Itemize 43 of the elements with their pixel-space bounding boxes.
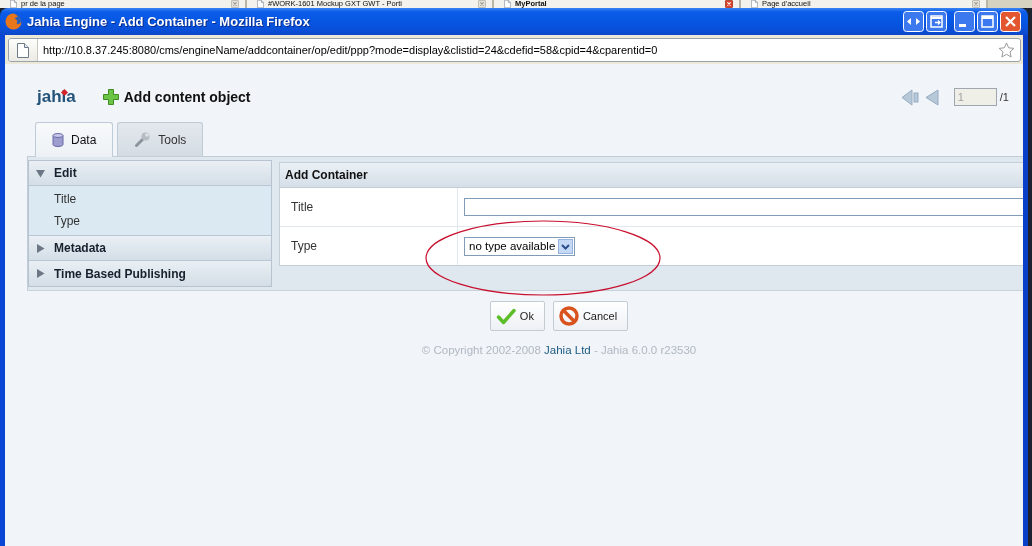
- url-field[interactable]: http://10.8.37.245:8080/cms/engineName/addcontainer/op/edit/ppp?mode=display&clistid=24&cdefid=58&cpid=4&cparentid=0: [8, 38, 1021, 62]
- close-icon[interactable]: [972, 0, 980, 8]
- field-label: Title: [280, 188, 458, 226]
- text-input[interactable]: [464, 198, 1023, 216]
- page-count: /1: [999, 91, 1009, 103]
- dropdown-select[interactable]: no type available: [464, 236, 576, 256]
- sidebar-item[interactable]: Type: [29, 210, 271, 232]
- field-label: Type: [280, 227, 458, 265]
- globe-icon: [5, 13, 22, 30]
- star-icon[interactable]: [998, 41, 1015, 59]
- page-icon: [504, 0, 511, 8]
- minimize-icon[interactable]: [954, 11, 975, 32]
- jahia-logo: jahia: [37, 87, 76, 107]
- tab[interactable]: Data: [35, 122, 114, 157]
- tab[interactable]: Tools: [117, 122, 204, 156]
- section-header[interactable]: Metadata: [29, 236, 271, 261]
- section-header[interactable]: Time Based Publishing: [29, 261, 271, 286]
- panel-header: Add Container: [280, 163, 1023, 188]
- section-header[interactable]: Edit: [29, 161, 271, 186]
- window-title: Jahia Engine - Add Container - Mozilla Firefox: [27, 14, 310, 29]
- caret-icon[interactable]: [558, 238, 574, 254]
- check-icon: [495, 307, 516, 325]
- page-icon: [10, 0, 17, 8]
- page-icon: [751, 0, 758, 8]
- cancel-button[interactable]: Cancel: [552, 301, 629, 331]
- page-icon: [257, 0, 264, 8]
- ok-button[interactable]: Ok: [489, 301, 545, 331]
- plus-icon: [102, 89, 119, 105]
- first-page-icon[interactable]: [900, 88, 920, 106]
- wrench-icon: [134, 131, 152, 148]
- previous-page-icon[interactable]: [924, 88, 939, 106]
- sidebar-item[interactable]: Title: [29, 188, 271, 210]
- page-heading: Add content object: [123, 89, 251, 105]
- close-icon[interactable]: [478, 0, 486, 8]
- company-link[interactable]: Jahia Ltd: [544, 344, 591, 356]
- close-icon[interactable]: [725, 0, 733, 8]
- maximize-icon[interactable]: [977, 11, 998, 32]
- close-icon[interactable]: [231, 0, 239, 8]
- prohibited-icon: [558, 306, 579, 326]
- arrows-icon[interactable]: [903, 11, 924, 32]
- copyright-text: © Copyright 2002-2008 Jahia Ltd - Jahia 6.0.0 r23530: [421, 344, 697, 356]
- page-icon: [17, 42, 29, 58]
- database-icon: [52, 133, 64, 147]
